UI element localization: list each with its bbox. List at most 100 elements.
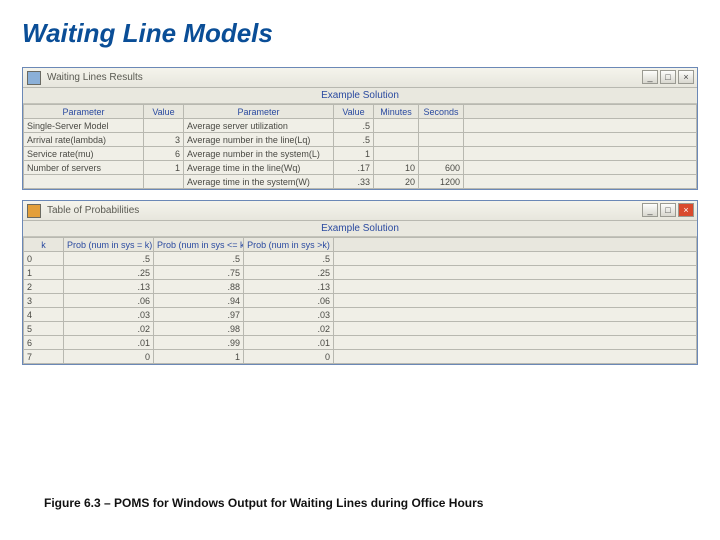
table-row: Single-Server Model Average server utiliz… <box>24 119 697 133</box>
table-cell <box>419 147 464 161</box>
table-cell: .99 <box>154 336 244 350</box>
table-cell: 0 <box>244 350 334 364</box>
table-row: Average time in the system(W).33201200 <box>24 175 697 189</box>
col-value-1: Value <box>144 105 184 119</box>
window-controls: _ □ × <box>642 203 694 217</box>
table-cell: 1 <box>144 161 184 175</box>
table-cell: 0 <box>64 350 154 364</box>
table-cell: Average time in the line(Wq) <box>184 161 334 175</box>
table-cell <box>334 308 697 322</box>
app-icon <box>27 204 41 218</box>
table-cell <box>334 336 697 350</box>
table-cell: .94 <box>154 294 244 308</box>
close-button[interactable]: × <box>678 70 694 84</box>
table-cell <box>464 161 697 175</box>
table-cell: .06 <box>244 294 334 308</box>
col-prob-eq: Prob (num in sys = k) <box>64 238 154 252</box>
table-cell: 3 <box>144 133 184 147</box>
table-cell: 3 <box>24 294 64 308</box>
maximize-button[interactable]: □ <box>660 203 676 217</box>
table-cell: Number of servers <box>24 161 144 175</box>
table-cell: 1 <box>24 266 64 280</box>
table-cell: 1 <box>334 147 374 161</box>
table-cell: .03 <box>244 308 334 322</box>
table-cell <box>144 175 184 189</box>
table-cell <box>144 119 184 133</box>
figure-caption: Figure 6.3 – POMS for Windows Output for… <box>44 496 483 510</box>
col-fill <box>334 238 697 252</box>
table-cell: .5 <box>244 252 334 266</box>
col-minutes: Minutes <box>374 105 419 119</box>
table-cell: 6 <box>144 147 184 161</box>
col-prob-gt: Prob (num in sys >k) <box>244 238 334 252</box>
slide: Waiting Line Models Waiting Lines Result… <box>0 0 720 540</box>
table-cell: .02 <box>244 322 334 336</box>
window-controls: _ □ × <box>642 70 694 84</box>
table-cell <box>334 266 697 280</box>
col-fill <box>464 105 697 119</box>
table-cell: .25 <box>244 266 334 280</box>
table-cell: Arrival rate(lambda) <box>24 133 144 147</box>
table-cell: .01 <box>64 336 154 350</box>
table-cell: .13 <box>244 280 334 294</box>
table-row: 7010 <box>24 350 697 364</box>
table-cell: Average server utilization <box>184 119 334 133</box>
table-cell: 20 <box>374 175 419 189</box>
table-cell: Single-Server Model <box>24 119 144 133</box>
table-cell <box>334 252 697 266</box>
col-value-2: Value <box>334 105 374 119</box>
table-row: 2.13.88.13 <box>24 280 697 294</box>
col-parameter-2: Parameter <box>184 105 334 119</box>
results-header-row: Parameter Value Parameter Value Minutes … <box>24 105 697 119</box>
table-cell: .17 <box>334 161 374 175</box>
table-cell: .03 <box>64 308 154 322</box>
table-row: 1.25.75.25 <box>24 266 697 280</box>
table-cell <box>334 322 697 336</box>
table-cell: .06 <box>64 294 154 308</box>
results-window: Waiting Lines Results _ □ × Example Solu… <box>22 67 698 190</box>
results-table: Parameter Value Parameter Value Minutes … <box>23 104 697 189</box>
results-window-title: Waiting Lines Results <box>47 72 143 83</box>
table-cell: .13 <box>64 280 154 294</box>
col-prob-le: Prob (num in sys <= k) <box>154 238 244 252</box>
table-cell: .88 <box>154 280 244 294</box>
table-cell <box>374 133 419 147</box>
table-cell <box>374 119 419 133</box>
table-cell: .5 <box>64 252 154 266</box>
table-cell: Average number in the system(L) <box>184 147 334 161</box>
table-cell <box>334 350 697 364</box>
table-cell: 2 <box>24 280 64 294</box>
table-row: 6.01.99.01 <box>24 336 697 350</box>
table-cell: .02 <box>64 322 154 336</box>
table-cell: .97 <box>154 308 244 322</box>
minimize-button[interactable]: _ <box>642 70 658 84</box>
table-cell: 6 <box>24 336 64 350</box>
app-icon <box>27 71 41 85</box>
table-cell <box>464 175 697 189</box>
table-cell <box>419 119 464 133</box>
table-cell: .98 <box>154 322 244 336</box>
table-cell: .33 <box>334 175 374 189</box>
minimize-button[interactable]: _ <box>642 203 658 217</box>
table-cell <box>334 294 697 308</box>
table-cell: 1200 <box>419 175 464 189</box>
table-cell: 4 <box>24 308 64 322</box>
prob-header-row: k Prob (num in sys = k) Prob (num in sys… <box>24 238 697 252</box>
col-k: k <box>24 238 64 252</box>
table-row: 4.03.97.03 <box>24 308 697 322</box>
table-cell: .75 <box>154 266 244 280</box>
table-cell <box>374 147 419 161</box>
prob-titlebar: Table of Probabilities _ □ × <box>23 201 697 221</box>
prob-window-title: Table of Probabilities <box>47 205 139 216</box>
col-seconds: Seconds <box>419 105 464 119</box>
table-cell: .25 <box>64 266 154 280</box>
close-button[interactable]: × <box>678 203 694 217</box>
table-cell: .01 <box>244 336 334 350</box>
table-cell <box>419 133 464 147</box>
maximize-button[interactable]: □ <box>660 70 676 84</box>
table-cell <box>334 280 697 294</box>
table-cell: 0 <box>24 252 64 266</box>
results-titlebar: Waiting Lines Results _ □ × <box>23 68 697 88</box>
table-cell: Average number in the line(Lq) <box>184 133 334 147</box>
results-subtitle: Example Solution <box>23 88 697 104</box>
